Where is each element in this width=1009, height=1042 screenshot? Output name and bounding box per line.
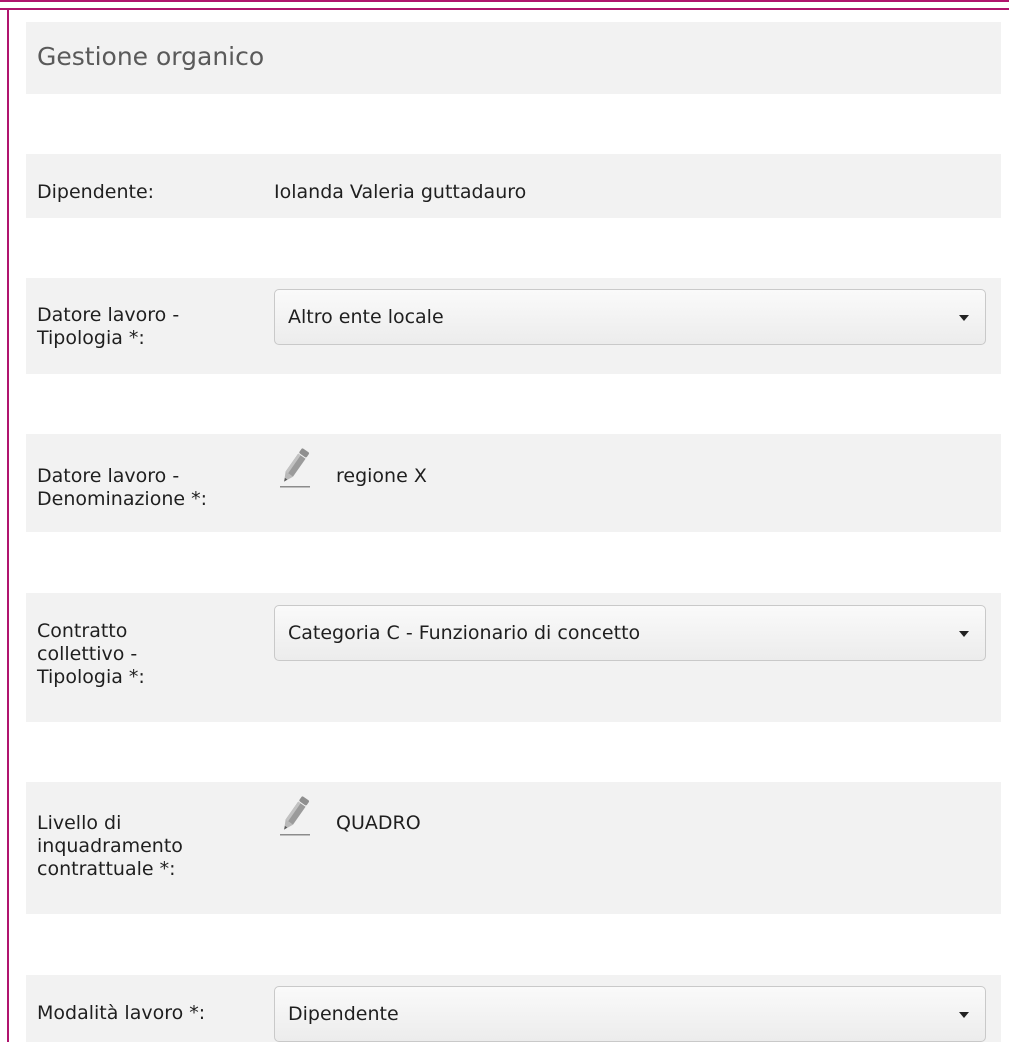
employer-name-label: Datore lavoro - Denominazione *: [37,465,208,510]
employer-type-select[interactable]: Altro ente locale [274,289,986,345]
work-mode-label: Modalità lavoro *: [37,1002,206,1024]
contract-type-label: Contratto collettivo - Tipologia *: [37,620,145,688]
contract-level-row: Livello di inquadramento contrattuale *:… [26,782,1001,914]
work-mode-selected: Dipendente [288,1003,399,1025]
work-mode-row: Modalità lavoro *: Dipendente [26,975,1001,1042]
contract-type-row: Contratto collettivo - Tipologia *: Cate… [26,593,1001,722]
pencil-icon[interactable] [278,794,312,836]
employee-row: Dipendente: Iolanda Valeria guttadauro [26,154,1001,218]
page-title: Gestione organico [37,42,265,71]
contract-level-label: Livello di inquadramento contrattuale *: [37,812,183,880]
title-bar: Gestione organico [26,22,1001,94]
employer-type-selected: Altro ente locale [288,306,444,328]
contract-level-value: QUADRO [336,812,421,834]
chevron-down-icon [959,1012,969,1018]
frame-left-border [7,8,9,1042]
chevron-down-icon [959,631,969,637]
employer-type-label: Datore lavoro - Tipologia *: [37,304,180,349]
employer-name-row: Datore lavoro - Denominazione *: regione… [26,434,1001,532]
employee-value: Iolanda Valeria guttadauro [274,181,527,203]
employee-label: Dipendente: [37,181,155,203]
employer-type-row: Datore lavoro - Tipologia *: Altro ente … [26,278,1001,374]
contract-type-selected: Categoria C - Funzionario di concetto [288,622,641,644]
pencil-icon[interactable] [278,446,312,488]
contract-type-select[interactable]: Categoria C - Funzionario di concetto [274,605,986,661]
work-mode-select[interactable]: Dipendente [274,986,986,1042]
chevron-down-icon [959,315,969,321]
employer-name-value: regione X [336,465,427,487]
frame-top-border [0,0,1009,10]
